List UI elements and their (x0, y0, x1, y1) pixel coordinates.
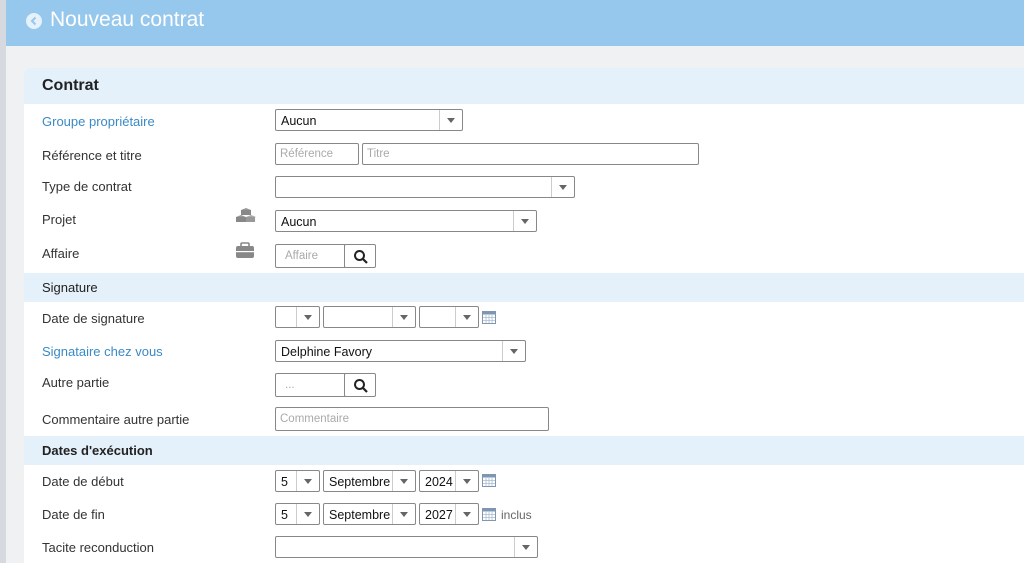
section-contrat-title: Contrat (42, 77, 99, 94)
date-debut-label: Date de début (42, 474, 124, 489)
chevron-down-icon (551, 177, 574, 197)
chevron-down-icon (392, 307, 415, 327)
section-signature-title: Signature (42, 280, 98, 295)
signature-year-select[interactable] (419, 306, 479, 328)
briefcase-icon (236, 242, 254, 258)
tacite-select[interactable] (275, 536, 538, 558)
affaire-label: Affaire (42, 246, 80, 261)
content-area: Contrat Groupe propriétaire Aucun Référe… (6, 46, 1024, 563)
fin-month-select[interactable]: Septembre (323, 503, 416, 525)
signataire-label[interactable]: Signataire chez vous (42, 344, 163, 359)
page-header: Nouveau contrat (6, 0, 1024, 46)
chevron-down-icon (296, 504, 319, 524)
fin-day-select[interactable]: 5 (275, 503, 320, 525)
autre-partie-placeholder: ... (285, 379, 295, 391)
autre-partie-input[interactable]: ... (275, 373, 347, 397)
type-select[interactable] (275, 176, 575, 198)
debut-year-select[interactable]: 2024 (419, 470, 479, 492)
section-dates-title: Dates d'exécution (42, 443, 153, 458)
groupe-label[interactable]: Groupe propriétaire (42, 114, 155, 129)
chevron-down-icon (513, 211, 536, 231)
chevron-down-icon (502, 341, 525, 361)
projet-value: Aucun (281, 215, 317, 229)
commentaire-label: Commentaire autre partie (42, 412, 190, 427)
fin-year-select[interactable]: 2027 (419, 503, 479, 525)
signataire-value: Delphine Favory (281, 345, 373, 359)
autre-partie-label: Autre partie (42, 375, 110, 390)
signature-month-select[interactable] (323, 306, 416, 328)
titre-placeholder: Titre (367, 148, 390, 160)
section-signature-header: Signature (24, 273, 1024, 302)
search-icon (354, 379, 368, 393)
signataire-select[interactable]: Delphine Favory (275, 340, 526, 362)
titre-input[interactable]: Titre (362, 143, 699, 165)
debut-day-select[interactable]: 5 (275, 470, 320, 492)
fin-day-value: 5 (281, 508, 288, 522)
chevron-down-icon (392, 471, 415, 491)
reference-label: Référence et titre (42, 148, 142, 163)
chevron-down-icon (514, 537, 537, 557)
type-label: Type de contrat (42, 179, 132, 194)
affaire-search-button[interactable] (344, 244, 376, 268)
groupe-select[interactable]: Aucun (275, 109, 463, 131)
projet-label: Projet (42, 212, 76, 227)
debut-month-select[interactable]: Septembre (323, 470, 416, 492)
section-contrat-header: Contrat (24, 68, 1024, 104)
chevron-left-icon (30, 16, 37, 26)
section-dates-header: Dates d'exécution (24, 436, 1024, 465)
chevron-down-icon (439, 110, 462, 130)
fin-month-value: Septembre (329, 508, 391, 522)
projects-icon (236, 208, 256, 222)
autre-partie-search-button[interactable] (344, 373, 376, 397)
chevron-down-icon (455, 471, 478, 491)
contract-form: Contrat Groupe propriétaire Aucun Référe… (24, 68, 1024, 563)
date-signature-label: Date de signature (42, 311, 145, 326)
chevron-down-icon (392, 504, 415, 524)
fin-year-value: 2027 (425, 508, 453, 522)
reference-input[interactable]: Référence (275, 143, 359, 165)
calendar-icon[interactable] (482, 474, 496, 487)
calendar-icon[interactable] (482, 508, 496, 521)
reference-placeholder: Référence (280, 148, 334, 160)
chevron-down-icon (455, 504, 478, 524)
calendar-icon[interactable] (482, 311, 496, 324)
chevron-down-icon (455, 307, 478, 327)
debut-month-value: Septembre (329, 475, 391, 489)
tacite-label: Tacite reconduction (42, 540, 155, 555)
commentaire-placeholder: Commentaire (280, 413, 350, 425)
commentaire-input[interactable]: Commentaire (275, 407, 549, 431)
groupe-value: Aucun (281, 114, 317, 128)
signature-day-select[interactable] (275, 306, 320, 328)
back-button[interactable] (26, 13, 42, 29)
affaire-input[interactable]: Affaire (275, 244, 347, 268)
affaire-placeholder: Affaire (285, 250, 319, 262)
date-fin-label: Date de fin (42, 507, 105, 522)
chevron-down-icon (296, 471, 319, 491)
projet-select[interactable]: Aucun (275, 210, 537, 232)
search-icon (354, 250, 368, 264)
debut-year-value: 2024 (425, 475, 453, 489)
inclus-text: inclus (501, 508, 532, 522)
page-title: Nouveau contrat (50, 8, 205, 31)
chevron-down-icon (296, 307, 319, 327)
debut-day-value: 5 (281, 475, 288, 489)
